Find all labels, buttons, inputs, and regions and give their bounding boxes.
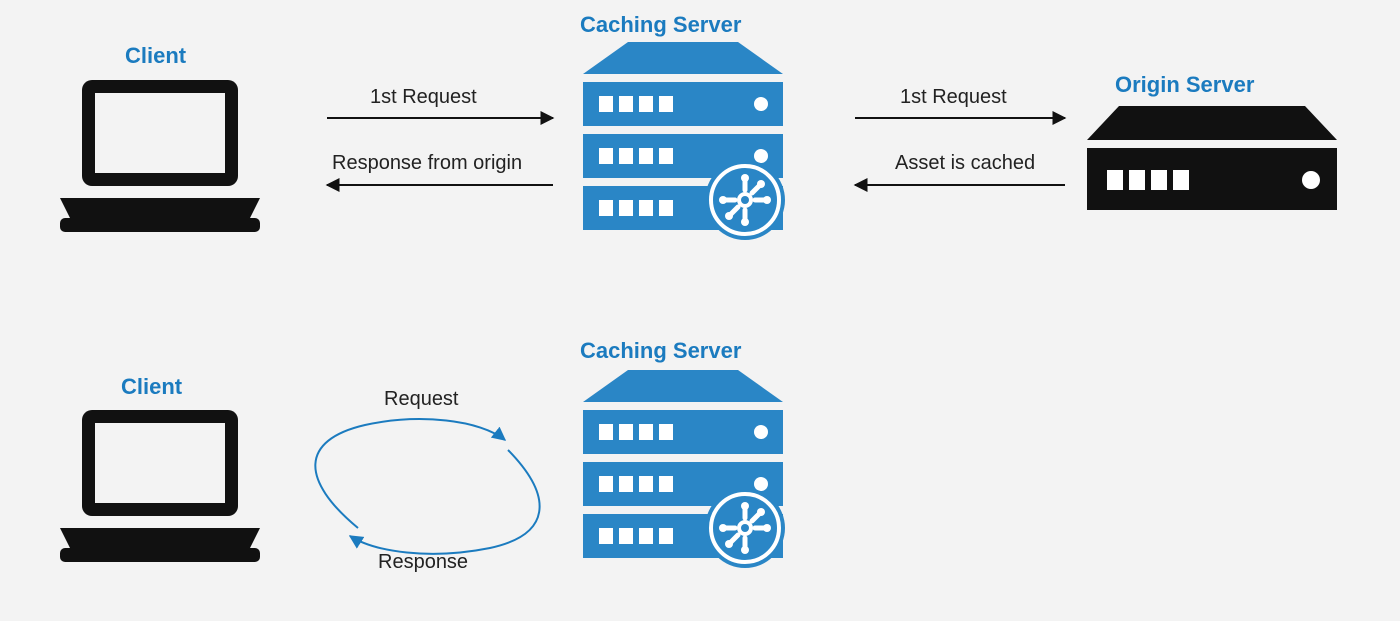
arrows-row2 <box>315 419 539 554</box>
diagram-svg <box>0 0 1400 621</box>
server-icon-bottom <box>583 370 785 568</box>
laptop-icon-bottom <box>60 410 260 562</box>
laptop-icon <box>60 80 260 232</box>
diagram-canvas: Client Caching Server Origin Server Clie… <box>0 0 1400 621</box>
server-icon-top <box>583 42 785 240</box>
arrow-response-curve <box>350 450 540 554</box>
arrow-request-curve <box>315 419 505 528</box>
origin-server-icon <box>1087 106 1337 210</box>
